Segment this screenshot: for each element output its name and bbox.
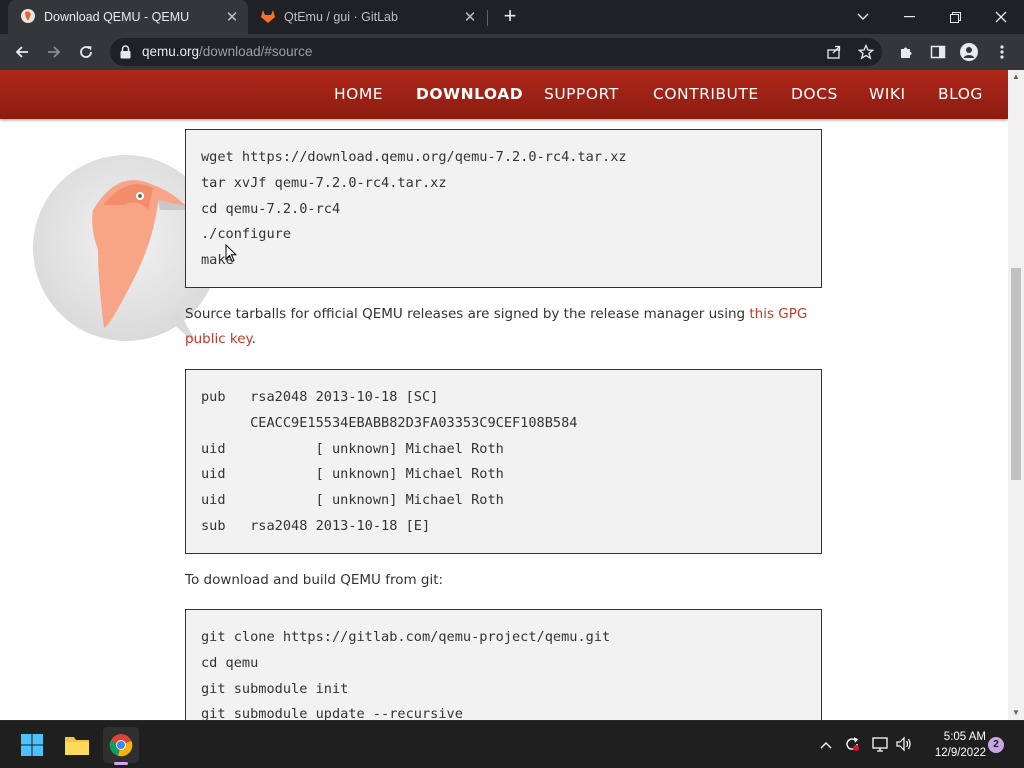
taskbar-clock[interactable]: 5:05 AM 12/9/2022 (920, 729, 986, 761)
tab-title: QtEmu / gui · GitLab (284, 10, 398, 24)
nav-blog[interactable]: BLOG (938, 85, 983, 103)
url-text[interactable]: qemu.org/download/#source (142, 44, 312, 59)
network-icon[interactable] (871, 735, 889, 756)
code-line: sub rsa2048 2013-10-18 [E] (201, 518, 431, 534)
code-line: CEACC9E15534EBABB82D3FA03353C9CEF108B584 (201, 415, 578, 431)
code-line: cd qemu (201, 655, 259, 671)
tab-strip: Download QEMU - QEMU ✕ QtEmu / gui · Git… (0, 0, 1024, 34)
url-path: /download/#source (199, 44, 313, 59)
scroll-down-arrow-icon[interactable]: ▼ (1008, 706, 1024, 720)
nav-home[interactable]: HOME (334, 85, 383, 103)
active-app-indicator (114, 762, 128, 765)
close-tab-icon[interactable]: ✕ (220, 8, 244, 26)
mouse-cursor-icon (225, 243, 238, 268)
code-line: uid [ unknown] Michael Roth (201, 492, 504, 508)
bookmark-star-icon[interactable] (856, 42, 876, 62)
extensions-puzzle-icon[interactable] (896, 42, 916, 62)
menu-kebab-icon[interactable] (992, 42, 1012, 62)
code-line: git clone https://gitlab.com/qemu-projec… (201, 629, 611, 645)
gitlab-favicon-icon (260, 8, 276, 27)
sync-update-icon[interactable] (843, 735, 861, 756)
nav-download[interactable]: DOWNLOAD (416, 85, 523, 103)
close-window-icon[interactable] (978, 0, 1024, 34)
windows-taskbar: 5:05 AM 12/9/2022 2 (0, 720, 1024, 768)
side-panel-icon[interactable] (928, 42, 948, 62)
code-line: tar xvJf qemu-7.2.0-rc4.tar.xz (201, 175, 447, 191)
scrollbar-thumb[interactable] (1011, 268, 1021, 480)
git-intro-paragraph: To download and build QEMU from git: (185, 572, 444, 588)
gpg-text-end: . (251, 331, 256, 347)
new-tab-plus-icon[interactable]: + (498, 5, 522, 29)
nav-contribute[interactable]: CONTRIBUTE (653, 85, 759, 103)
notification-badge[interactable]: 2 (988, 737, 1004, 753)
lock-icon[interactable] (120, 45, 131, 64)
clock-time: 5:05 AM (943, 731, 986, 743)
nav-wiki[interactable]: WIKI (869, 85, 906, 103)
browser-toolbar: qemu.org/download/#source (0, 34, 1024, 70)
volume-icon[interactable] (895, 735, 913, 756)
tab-separator (487, 10, 488, 26)
gpg-key-code-block: pub rsa2048 2013-10-18 [SC] CEACC9E15534… (185, 369, 822, 554)
back-arrow-icon[interactable] (9, 39, 35, 65)
code-line: pub rsa2048 2013-10-18 [SC] (201, 389, 439, 405)
scroll-up-arrow-icon[interactable]: ▲ (1008, 70, 1024, 84)
forward-arrow-icon[interactable] (41, 39, 67, 65)
tray-overflow-chevron-icon[interactable] (820, 737, 832, 752)
close-tab-icon[interactable]: ✕ (458, 8, 482, 26)
code-line: git submodule init (201, 681, 349, 697)
gpg-text: Source tarballs for official QEMU releas… (185, 306, 750, 322)
page-scrollbar[interactable]: ▲ ▼ (1008, 70, 1024, 720)
nav-support[interactable]: SUPPORT (544, 85, 619, 103)
reload-icon[interactable] (73, 39, 99, 65)
chrome-taskbar-icon[interactable] (103, 727, 139, 763)
url-host: qemu.org (142, 44, 200, 59)
build-code-block: wget https://download.qemu.org/qemu-7.2.… (185, 129, 822, 288)
clock-date: 12/9/2022 (934, 747, 986, 759)
code-line: wget https://download.qemu.org/qemu-7.2.… (201, 149, 627, 165)
profile-avatar-icon[interactable] (959, 42, 979, 62)
tab-search-chevron-icon[interactable] (840, 0, 886, 34)
minimize-icon[interactable] (886, 0, 932, 34)
page-viewport: HOME DOWNLOAD SUPPORT CONTRIBUTE DOCS WI… (0, 70, 1008, 720)
tab-qtemu-gitlab[interactable]: QtEmu / gui · GitLab ✕ (250, 0, 486, 34)
share-icon[interactable] (824, 42, 844, 62)
code-line: git submodule update --recursive (201, 706, 463, 720)
nav-docs[interactable]: DOCS (791, 85, 838, 103)
file-explorer-icon[interactable] (59, 727, 95, 763)
code-line: cd qemu-7.2.0-rc4 (201, 201, 341, 217)
windows-start-icon[interactable] (14, 727, 50, 763)
address-bar[interactable]: qemu.org/download/#source (110, 38, 882, 66)
qemu-favicon-icon (20, 8, 36, 27)
git-code-block: git clone https://gitlab.com/qemu-projec… (185, 609, 822, 720)
tab-download-qemu[interactable]: Download QEMU - QEMU ✕ (8, 0, 248, 34)
code-line: uid [ unknown] Michael Roth (201, 441, 504, 457)
tab-title: Download QEMU - QEMU (44, 10, 190, 24)
site-nav: HOME DOWNLOAD SUPPORT CONTRIBUTE DOCS WI… (0, 70, 1008, 119)
code-line: ./configure (201, 226, 292, 242)
gpg-signature-paragraph: Source tarballs for official QEMU releas… (185, 302, 825, 352)
code-line: uid [ unknown] Michael Roth (201, 466, 504, 482)
restore-icon[interactable] (932, 0, 978, 34)
